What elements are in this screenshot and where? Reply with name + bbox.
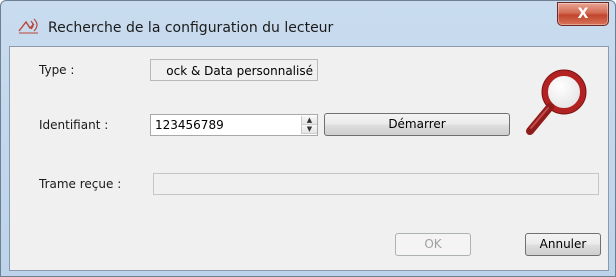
close-button[interactable]: X [557,2,609,26]
ok-button[interactable]: OK [395,233,471,256]
sensor-waves-icon [18,18,38,34]
window-title: Recherche de la configuration du lecteur [48,20,334,36]
magnifier-icon [526,69,587,135]
identifiant-value: 123456789 [155,118,224,132]
type-value: ock & Data personnalisé [166,64,313,78]
dialog-content: Type : ock & Data personnalisé Identifia… [9,46,609,271]
dialog-window: Recherche de la configuration du lecteur… [0,0,616,277]
identifiant-input[interactable]: 123456789 ▲ ▼ [150,114,318,136]
type-field[interactable]: ock & Data personnalisé [150,59,318,81]
trame-label: Trame reçue : [39,177,122,191]
identifiant-label: Identifiant : [39,118,109,132]
demarrer-button[interactable]: Démarrer [324,113,510,136]
spin-up-icon[interactable]: ▲ [302,116,317,125]
type-label: Type : [39,63,75,77]
identifiant-spinner[interactable]: ▲ ▼ [301,116,317,134]
spin-down-icon[interactable]: ▼ [302,125,317,134]
trame-field[interactable] [153,173,599,195]
close-icon: X [577,6,589,22]
title-bar[interactable]: Recherche de la configuration du lecteur… [1,1,615,45]
annuler-button[interactable]: Annuler [525,233,601,256]
